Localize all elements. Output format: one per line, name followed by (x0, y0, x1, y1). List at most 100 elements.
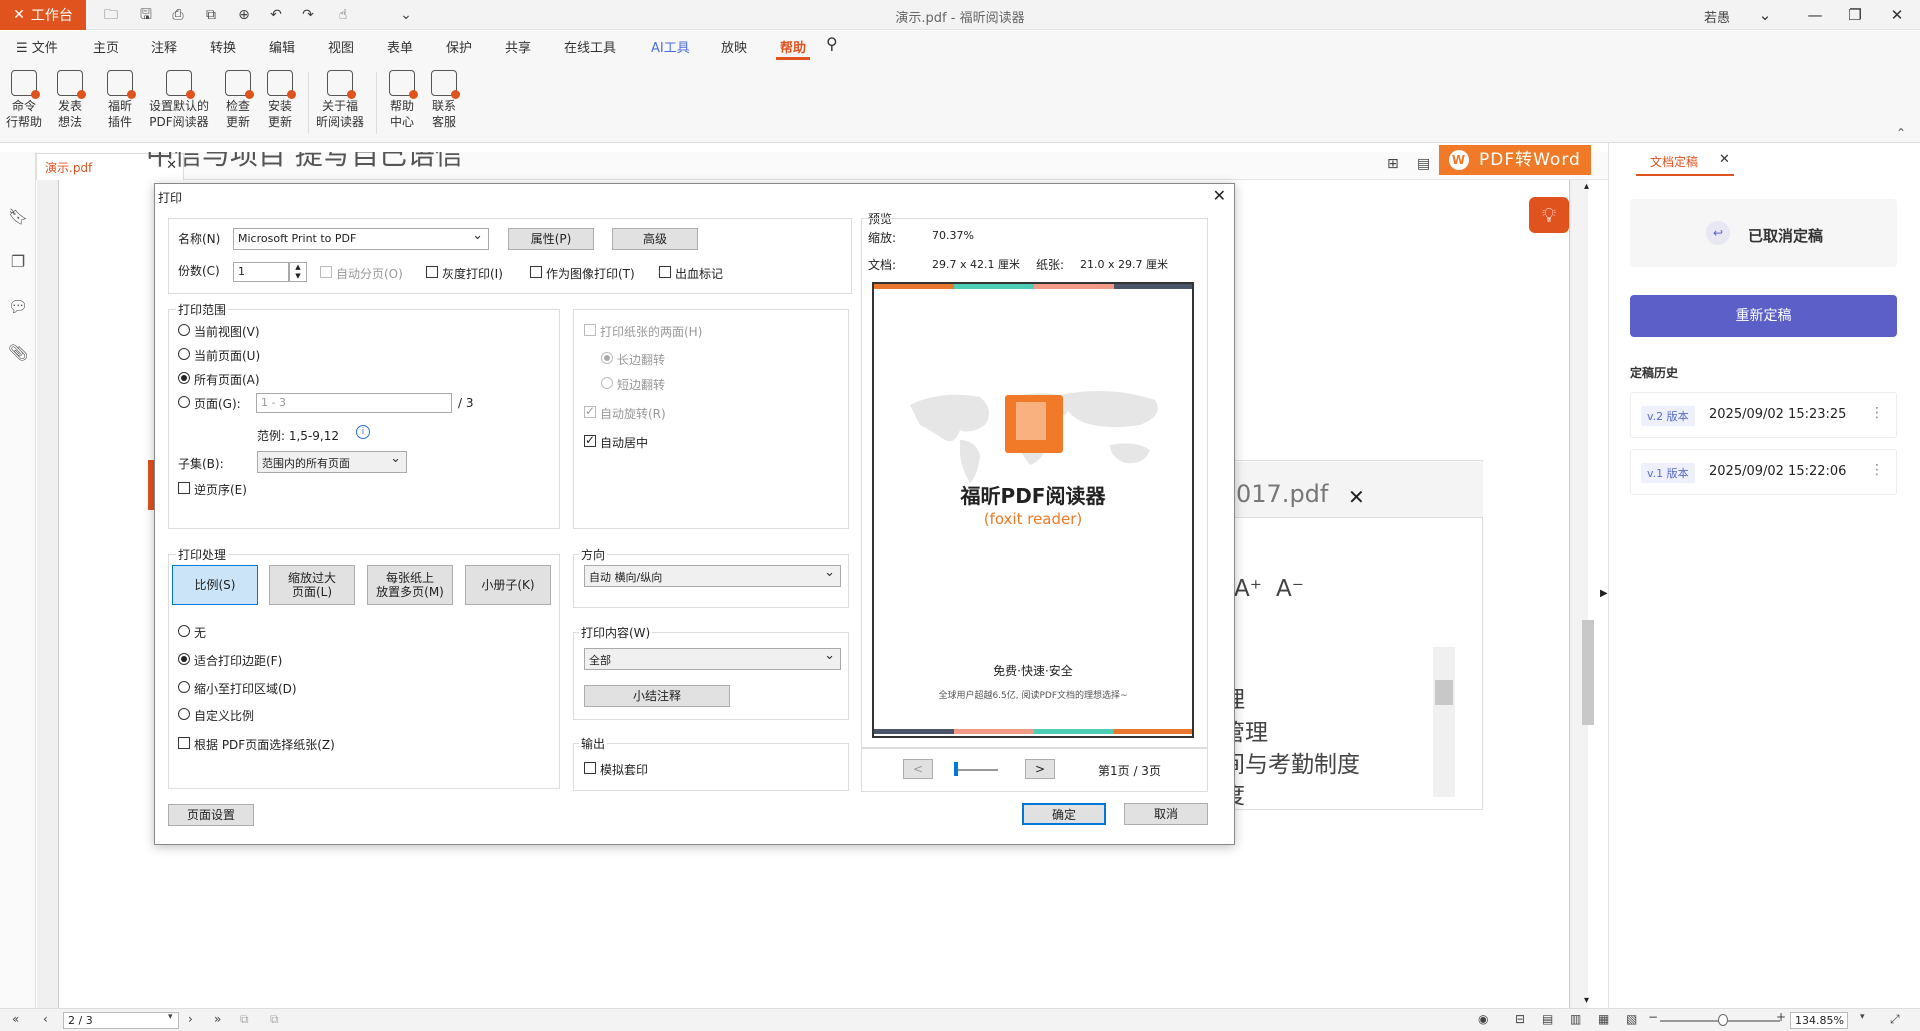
check-update-button[interactable]: 检查 更新 (220, 70, 256, 130)
next-page-icon[interactable]: › (188, 1012, 193, 1026)
grayscale-checkbox[interactable] (426, 266, 438, 278)
last-page-icon[interactable]: » (214, 1012, 221, 1026)
bleed-marks-checkbox[interactable] (659, 266, 671, 278)
vertical-scrollbar[interactable] (1572, 180, 1588, 1008)
paper-by-pdf-checkbox[interactable] (178, 737, 190, 749)
zoom-out-icon[interactable]: − (1648, 1010, 1658, 1024)
page-setup-button[interactable]: 页面设置 (168, 804, 254, 826)
history-item[interactable]: v.1 版本 2025/09/02 15:22:06 ⋮ (1630, 449, 1897, 495)
scroll-up-icon[interactable]: ▴ (1584, 181, 1589, 192)
menu-file[interactable]: ☰ 文件 (16, 37, 58, 56)
copy-icon[interactable]: ⧉ (201, 5, 221, 25)
minimize-icon[interactable]: — (1800, 3, 1830, 27)
menu-view[interactable]: 视图 (328, 37, 354, 56)
reader-mode-icon[interactable]: ▤ (1417, 156, 1430, 172)
refinalize-button[interactable]: 重新定稿 (1630, 295, 1897, 337)
bookmark-icon[interactable]: 🔖︎ (8, 207, 28, 227)
zoom-dropdown-icon[interactable]: ▾ (1860, 1012, 1865, 1022)
attachment-icon[interactable]: 📎︎ (8, 343, 28, 363)
all-pages-radio[interactable] (178, 372, 190, 384)
new-icon[interactable]: ⊕ (234, 5, 254, 25)
custom-scale-radio[interactable] (178, 708, 190, 720)
short-edge-radio[interactable] (601, 377, 613, 389)
menu-slideshow[interactable]: 放映 (721, 37, 747, 56)
preview-slider-thumb[interactable] (954, 762, 958, 776)
grid-view-icon[interactable]: ⊞ (1387, 156, 1399, 172)
set-default-reader-button[interactable]: 设置默认的 PDF阅读器 (144, 70, 214, 130)
shrink-radio[interactable] (178, 681, 190, 693)
finalize-tab-close-icon[interactable]: ✕ (1719, 152, 1730, 167)
menu-protect[interactable]: 保护 (446, 37, 472, 56)
copies-spinner[interactable]: ▲ ▼ (289, 262, 307, 282)
more-options-icon[interactable]: ⋮ (1870, 462, 1884, 478)
preview-slider[interactable] (954, 769, 998, 771)
close-window-icon[interactable]: ✕ (1882, 3, 1912, 27)
help-center-button[interactable]: 帮助 中心 (384, 70, 420, 130)
zoom-in-icon[interactable]: + (1776, 1010, 1786, 1024)
multiple-pages-button[interactable]: 每张纸上 放置多页(M) (367, 565, 453, 605)
advanced-button[interactable]: 高级 (612, 228, 698, 250)
ok-button[interactable]: 确定 (1022, 803, 1106, 825)
orientation-select[interactable]: 自动 横向/纵向 (584, 565, 841, 587)
undo-icon[interactable]: ↶ (266, 5, 286, 25)
facing-icon[interactable]: ▧ (1626, 1012, 1637, 1026)
fullscreen-icon[interactable]: ⤢ (1890, 1012, 1900, 1027)
prev-page-icon[interactable]: ‹ (43, 1012, 48, 1026)
zoom-input[interactable]: 134.85% (1790, 1012, 1848, 1029)
menu-convert[interactable]: 转换 (210, 37, 236, 56)
menu-annotate[interactable]: 注释 (151, 37, 177, 56)
open-folder-icon[interactable]: 🗀 (101, 5, 121, 25)
dialog-close-icon[interactable]: ✕ (1213, 186, 1226, 205)
print-content-select[interactable]: 全部 (584, 648, 841, 670)
feedback-button[interactable]: 发表 想法 (52, 70, 88, 130)
expand-right-panel-icon[interactable]: ▶ (1600, 588, 1608, 599)
simulate-overprint-checkbox[interactable] (584, 762, 596, 774)
auto-rotate-checkbox[interactable] (584, 404, 596, 418)
continuous-icon[interactable]: ▥ (1570, 1012, 1581, 1026)
pages-icon[interactable]: ❐ (8, 252, 28, 272)
collate-checkbox[interactable] (320, 266, 332, 278)
comment-icon[interactable]: 💬︎ (8, 297, 28, 317)
restore-icon[interactable]: ❐ (1840, 3, 1870, 27)
menu-edit[interactable]: 编辑 (269, 37, 295, 56)
command-line-help-button[interactable]: 命令 行帮助 (4, 70, 44, 130)
zoom-slider-knob[interactable] (1718, 1014, 1728, 1026)
long-edge-radio[interactable] (601, 352, 613, 364)
contact-support-button[interactable]: 联系 客服 (426, 70, 462, 130)
menu-home[interactable]: 主页 (93, 37, 119, 56)
print-as-image-checkbox[interactable] (530, 266, 542, 278)
booklet-button[interactable]: 小册子(K) (465, 565, 551, 605)
pdf-to-word-button[interactable]: W PDF转Word (1439, 145, 1591, 175)
save-icon[interactable]: 🖫 (136, 5, 156, 25)
customize-dropdown-icon[interactable]: ⌄ (396, 5, 416, 25)
cancel-button[interactable]: 取消 (1124, 803, 1208, 825)
scroll-down-icon[interactable]: ▾ (1584, 995, 1589, 1006)
subset-select[interactable]: 范围内的所有页面 (257, 451, 407, 473)
menu-help[interactable]: 帮助 (780, 37, 806, 56)
fit-width-icon[interactable]: ⊟ (1515, 1012, 1525, 1026)
page-number-input[interactable]: 2 / 3 (63, 1012, 179, 1029)
account-dropdown-icon[interactable]: ⌄ (1750, 3, 1780, 27)
page-dropdown-icon[interactable]: ▾ (168, 1012, 173, 1022)
plugins-button[interactable]: 福昕 插件 (102, 70, 138, 130)
pages-range-input[interactable]: 1 - 3 (256, 393, 452, 413)
workbench-button[interactable]: ✕ 工作台 (0, 0, 86, 30)
menu-online-tools[interactable]: 在线工具 (564, 37, 616, 56)
hand-tool-icon[interactable]: ☝ (333, 5, 353, 25)
current-view-radio[interactable] (178, 324, 190, 336)
prev-view-icon[interactable]: ⧉ (240, 1012, 249, 1027)
two-page-icon[interactable]: ▦ (1598, 1012, 1609, 1026)
redo-icon[interactable]: ↷ (298, 5, 318, 25)
menu-ai-tools[interactable]: AI工具 (651, 37, 690, 56)
copies-input[interactable]: 1 (233, 262, 289, 282)
preview-next-button[interactable]: > (1025, 759, 1055, 779)
duplex-checkbox[interactable] (584, 324, 596, 336)
print-icon[interactable]: ⎙ (168, 5, 188, 25)
fit-oversized-button[interactable]: 缩放过大 页面(L) (269, 565, 355, 605)
menu-form[interactable]: 表单 (387, 37, 413, 56)
more-options-icon[interactable]: ⋮ (1870, 405, 1884, 421)
first-page-icon[interactable]: « (12, 1012, 19, 1026)
info-icon[interactable]: i (356, 425, 370, 439)
printer-select[interactable]: Microsoft Print to PDF (233, 228, 489, 250)
single-page-icon[interactable]: ▤ (1542, 1012, 1553, 1026)
